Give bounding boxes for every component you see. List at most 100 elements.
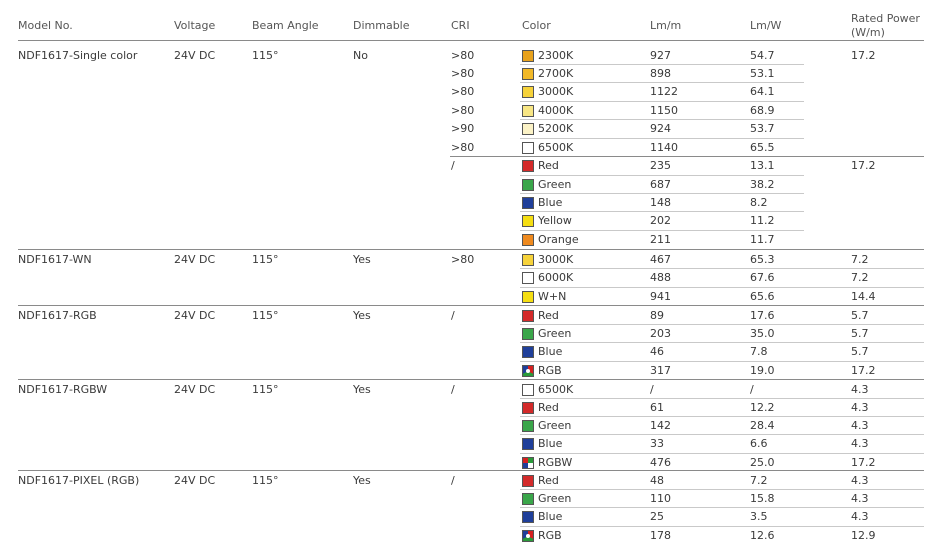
lm-per-m-cell: 476	[650, 456, 671, 469]
group-divider	[18, 249, 924, 250]
lm-per-w-cell: 7.8	[750, 345, 768, 358]
beam-angle-cell: 115°	[252, 474, 279, 487]
lm-per-m-cell: 48	[650, 474, 664, 487]
color-swatch-icon	[522, 50, 534, 62]
lm-per-m-cell: 235	[650, 159, 671, 172]
cri-cell: /	[451, 159, 455, 172]
rated-power-cell: 17.2	[851, 364, 876, 377]
color-cell: Blue	[538, 196, 563, 209]
color-swatch-icon	[522, 105, 534, 117]
rated-power-cell: 14.4	[851, 290, 876, 303]
header-lm-per-m: Lm/m	[650, 19, 682, 32]
color-cell: 3000K	[538, 85, 574, 98]
lm-per-m-cell: 142	[650, 419, 671, 432]
color-swatch-icon	[522, 160, 534, 172]
lm-per-w-cell: 17.6	[750, 309, 775, 322]
lm-per-m-cell: 33	[650, 437, 664, 450]
rated-power-cell: 4.3	[851, 437, 869, 450]
lm-per-w-cell: 53.1	[750, 67, 775, 80]
lm-per-m-cell: 46	[650, 345, 664, 358]
lm-per-m-cell: 317	[650, 364, 671, 377]
color-swatch-icon	[522, 86, 534, 98]
rated-power-cell: 4.3	[851, 474, 869, 487]
color-cell: 6500K	[538, 383, 574, 396]
lm-per-w-cell: 67.6	[750, 271, 775, 284]
dimmable-cell: Yes	[353, 253, 371, 266]
group-divider	[18, 379, 924, 380]
model-cell: NDF1617-PIXEL (RGB)	[18, 474, 140, 487]
header-rated-power-unit: (W/m)	[851, 26, 885, 39]
color-swatch-icon	[522, 493, 534, 505]
color-swatch-icon	[522, 272, 534, 284]
lm-per-m-cell: 89	[650, 309, 664, 322]
model-cell: NDF1617-Single color	[18, 49, 138, 62]
cri-cell: >80	[451, 253, 475, 266]
row-divider	[520, 361, 924, 362]
rated-power-cell: 4.3	[851, 401, 869, 414]
lm-per-m-cell: 1140	[650, 141, 678, 154]
lm-per-m-cell: 203	[650, 327, 671, 340]
color-swatch-icon	[522, 123, 534, 135]
voltage-cell: 24V DC	[174, 49, 216, 62]
rgb-swatch-icon	[522, 365, 534, 377]
header-lm-per-w: Lm/W	[750, 19, 782, 32]
group-divider	[18, 470, 924, 471]
lm-per-w-cell: 13.1	[750, 159, 775, 172]
dimmable-cell: Yes	[353, 383, 371, 396]
color-cell: Blue	[538, 510, 563, 523]
header-divider	[18, 40, 924, 41]
row-divider	[520, 64, 804, 65]
dimmable-cell: No	[353, 49, 368, 62]
row-divider	[520, 211, 804, 212]
cri-cell: >80	[451, 67, 475, 80]
color-cell: 4000K	[538, 104, 574, 117]
voltage-cell: 24V DC	[174, 253, 216, 266]
row-divider	[520, 526, 924, 527]
header-voltage: Voltage	[174, 19, 216, 32]
lm-per-m-cell: 110	[650, 492, 671, 505]
rated-power-cell: 17.2	[851, 456, 876, 469]
beam-angle-cell: 115°	[252, 383, 279, 396]
lm-per-w-cell: 65.5	[750, 141, 775, 154]
color-swatch-icon	[522, 142, 534, 154]
cri-cell: /	[451, 383, 455, 396]
lm-per-m-cell: 61	[650, 401, 664, 414]
rated-power-cell: 17.2	[851, 159, 876, 172]
row-divider	[520, 434, 924, 435]
cri-cell: >80	[451, 49, 475, 62]
model-cell: NDF1617-WN	[18, 253, 92, 266]
rated-power-cell: 4.3	[851, 492, 869, 505]
rgbw-swatch-icon	[522, 457, 534, 469]
lm-per-w-cell: 38.2	[750, 178, 775, 191]
header-dimmable: Dimmable	[353, 19, 410, 32]
color-cell: 2700K	[538, 67, 574, 80]
color-swatch-icon	[522, 475, 534, 487]
color-swatch-icon	[522, 402, 534, 414]
rated-power-cell: 4.3	[851, 383, 869, 396]
color-swatch-icon	[522, 384, 534, 396]
color-cell: Yellow	[538, 214, 572, 227]
lm-per-w-cell: 53.7	[750, 122, 775, 135]
rgb-swatch-icon	[522, 530, 534, 542]
rated-power-cell: 7.2	[851, 253, 869, 266]
rated-power-cell: 4.3	[851, 510, 869, 523]
color-cell: 3000K	[538, 253, 574, 266]
lm-per-w-cell: 54.7	[750, 49, 775, 62]
lm-per-w-cell: 12.6	[750, 529, 775, 542]
color-cell: Red	[538, 401, 559, 414]
cri-cell: >80	[451, 141, 475, 154]
row-divider	[520, 138, 804, 139]
beam-angle-cell: 115°	[252, 309, 279, 322]
lm-per-w-cell: 64.1	[750, 85, 775, 98]
rated-power-cell: 5.7	[851, 345, 869, 358]
color-swatch-icon	[522, 215, 534, 227]
lm-per-m-cell: 467	[650, 253, 671, 266]
row-divider	[520, 453, 924, 454]
row-divider	[520, 398, 924, 399]
row-divider	[520, 489, 924, 490]
rated-power-cell: 7.2	[851, 271, 869, 284]
dimmable-cell: Yes	[353, 474, 371, 487]
rated-power-cell: 5.7	[851, 327, 869, 340]
row-divider	[520, 287, 924, 288]
color-cell: Green	[538, 327, 572, 340]
